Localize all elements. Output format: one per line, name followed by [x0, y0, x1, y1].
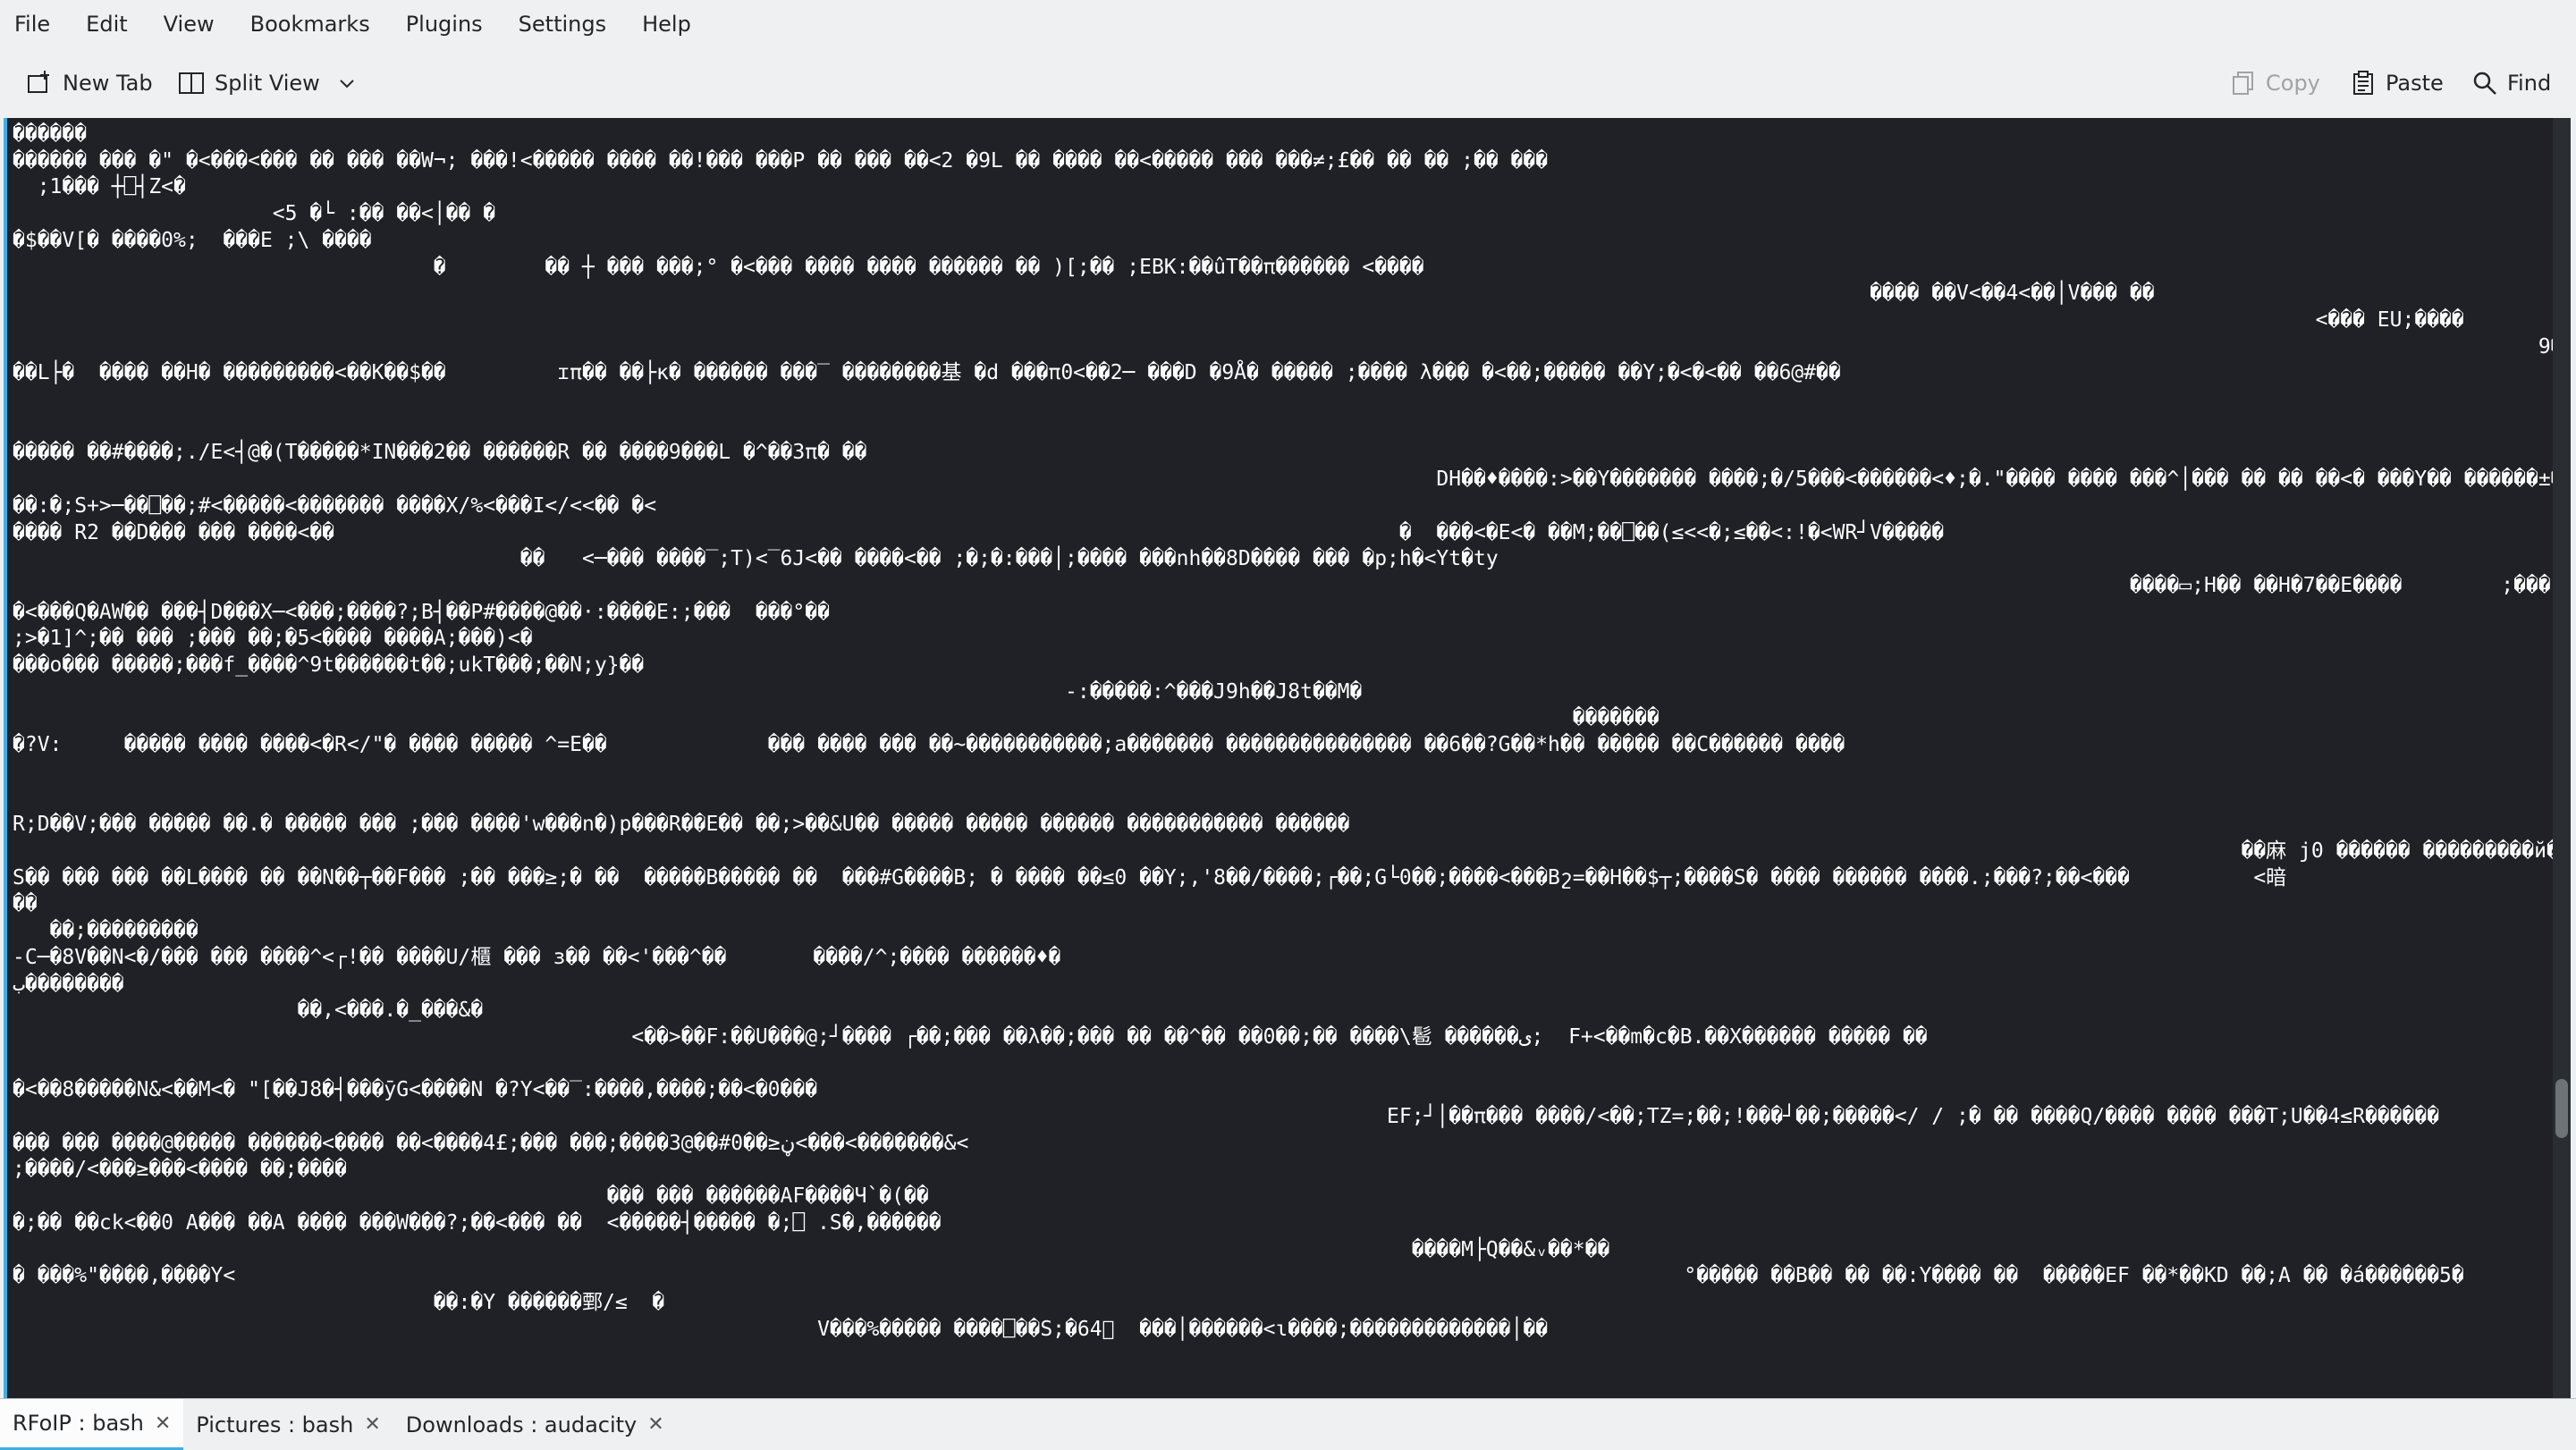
terminal-line: ���� R2 ��D��� ��� ����<�� � ���<�E<� ��… [13, 520, 1945, 544]
terminal-line: ���o��� �����;���f_����^9t������t��;ukT�… [13, 653, 645, 678]
terminal-line: ;���/3┤;�� [13, 414, 2548, 441]
tab-downloads-audacity[interactable]: Downloads : audacity ✕ [393, 1399, 677, 1450]
terminal-line: ������ ��� �" �<���<��� �� ��� ��W¬; ���… [13, 148, 1549, 173]
split-view-button[interactable]: Split View [177, 69, 367, 97]
find-label: Find [2507, 71, 2552, 96]
terminal-line: ������� [13, 706, 1660, 730]
copy-button[interactable]: Copy [2230, 70, 2320, 97]
terminal-output: ������ ������ ��� �" �<���<��� �� ��� ��W… [13, 122, 2557, 1343]
menu-bookmarks[interactable]: Bookmarks [250, 12, 370, 37]
terminal-line: ;>�1]^;�� ��� ;��� ��;�5<���� ����A;���)… [13, 627, 533, 651]
tab-label: Downloads : audacity [405, 1412, 638, 1437]
tab-label: Pictures : bash [196, 1412, 354, 1437]
close-icon[interactable]: ✕ [364, 1413, 380, 1436]
terminal-line: ����▭;H�� ��H�7��E���� ;��� ���������wZ:… [2129, 573, 2551, 597]
terminal-line: ;�����F��W���� [13, 786, 2548, 813]
chevron-down-icon[interactable] [336, 72, 358, 94]
terminal-line: ��:�;S+>─��⎕��;#<�����<������� ����X/%<�… [13, 493, 657, 518]
terminal-line: EF;┘│��π��� ����/<��;TZ=;��;!���┘��;����… [13, 1105, 2440, 1129]
terminal-line: ;����/<���≥���<���� ��;���� [13, 1158, 347, 1182]
terminal-line: �;�� ��ck<��0 A��� ��A ���� ���W���?;��<… [13, 1210, 942, 1235]
terminal-line: ����M├Q��&ᵥ��*�� [13, 1237, 1610, 1261]
terminal-line: V���%����� ����⎕��S;�64ᷢ ���│������<ɩ���… [13, 1317, 1549, 1341]
terminal-line: <��>��F:��U���@;┘���� ┌��;��� ��λ��;��� … [13, 1024, 1928, 1049]
terminal-line: ;1��� ┼⎕┤Z<� [13, 175, 186, 199]
terminal-line: ��� [13, 759, 2557, 783]
terminal-line: � ���%"����,����Y< °����� ��B�� �� ��:Y�… [13, 1264, 2464, 1288]
terminal-line: �?V: ����� ���� ����<�R</"� ���� ����� ^… [13, 733, 1845, 757]
terminal-line: -:�����:^���J9h��J8t��M� [13, 679, 1363, 704]
terminal-line: �$��V[� ����0%; ���E ;\ ���� [13, 228, 372, 252]
terminal-view[interactable]: ������ ������ ��� �" �<���<��� �� ��� ��W… [4, 118, 2557, 1398]
close-icon[interactable]: ✕ [155, 1412, 171, 1435]
paste-button[interactable]: Paste [2350, 70, 2444, 97]
terminal-line: ���� ��V<��4<��│V��� �� [13, 282, 2155, 306]
find-button[interactable]: Find [2471, 70, 2551, 97]
menu-edit[interactable]: Edit [86, 12, 127, 37]
tab-pictures-bash[interactable]: Pictures : bash ✕ [183, 1399, 393, 1450]
terminal-line: � �� ┼ ��� ���;° �<��� ���� ���� ������ … [13, 255, 1424, 279]
terminal-line: ��� ��� ������AF����Ч`�(�� [13, 1184, 929, 1209]
menu-file[interactable]: File [14, 12, 50, 37]
paste-label: Paste [2386, 71, 2444, 96]
terminal-line: ��:�Y ������鄄/≤ � [13, 1290, 665, 1314]
terminal-line: ��;��������� [13, 919, 198, 943]
search-icon [2473, 72, 2496, 95]
menu-view[interactable]: View [164, 12, 215, 37]
terminal-line: <5 �└ :�� ��<│�� � [13, 202, 496, 226]
new-tab-icon [28, 71, 49, 93]
terminal-line: -C─�8V��N<�/��� ��� ����^<┌!�� ����U/櫃 �… [13, 945, 1061, 969]
tab-bar: RFoIP : bash ✕ Pictures : bash ✕ Downloa… [0, 1398, 2576, 1450]
copy-icon [2233, 72, 2253, 95]
terminal-line: S�� ��� ��� ��L���� �� ��N��┬��F��� ;�� … [13, 865, 2287, 889]
terminal-line: ����� ��#����;./E<┤@�(T�����*IN���2�� ��… [13, 441, 867, 465]
menu-settings[interactable]: Settings [519, 12, 606, 37]
terminal-line: +‾;�$�.�;�� ����° [13, 387, 2548, 414]
terminal-line: �� [13, 892, 38, 916]
terminal-line: DH��♦����:>��Y������� ����;�/5���<������… [13, 468, 2557, 492]
terminal-line: �� <─��� ����‾;T)<‾6J<�� ����<�� ;�;�:��… [13, 547, 1499, 571]
menu-plugins[interactable]: Plugins [406, 12, 483, 37]
terminal-line: <Hï��;��d ک [13, 1051, 2548, 1078]
new-tab-button[interactable]: New Tab [25, 69, 153, 97]
tab-rfoip-bash[interactable]: RFoIP : bash ✕ [0, 1399, 184, 1450]
terminal-line: <��� EU;���� [13, 308, 2464, 332]
paste-icon [2353, 71, 2373, 95]
terminal-line: ��L├� ���� ��H� ���������<��K��$�� ɪπ�� … [13, 361, 1841, 385]
terminal-scrollbar[interactable] [2553, 118, 2571, 1398]
scrollbar-thumb[interactable] [2555, 1079, 2568, 1138]
menu-bar: File Edit View Bookmarks Plugins Setting… [0, 0, 2576, 48]
terminal-line: 9���� �� �� �� ��� ��� ��ɪ8 ���U��q�;��`… [2538, 334, 2557, 358]
terminal-line: ��� ��� ����@����� ������<���� ��<����ڼ≤… [13, 1131, 969, 1155]
copy-label: Copy [2266, 71, 2320, 96]
split-view-label: Split View [215, 71, 320, 96]
terminal-line: �<���Q�AW�� ���┤D���X─<���;����?;B┤��P#�… [13, 600, 830, 624]
terminal-line: ��麻 j0 ������ ���������й���┬<�����<��� �… [2241, 839, 2557, 863]
new-tab-label: New Tab [63, 71, 153, 96]
terminal-line: ������ [13, 122, 88, 146]
split-view-icon [179, 72, 204, 94]
toolbar: New Tab Split View Copy Paste Find [0, 48, 2576, 118]
tab-label: RFoIP : bash [13, 1411, 144, 1436]
terminal-line: �<��8�����N&<��M<� "[��J8�┤���ӯG<����N �… [13, 1078, 818, 1102]
terminal-line: ب�������� [13, 972, 124, 996]
terminal-line: R;D��V;��� ����� ��.� ����� ��� ;��� ���… [13, 813, 1350, 837]
menu-help[interactable]: Help [642, 12, 691, 37]
terminal-line: ��,<���.�_���&� [13, 999, 484, 1023]
close-icon[interactable]: ✕ [647, 1413, 663, 1436]
